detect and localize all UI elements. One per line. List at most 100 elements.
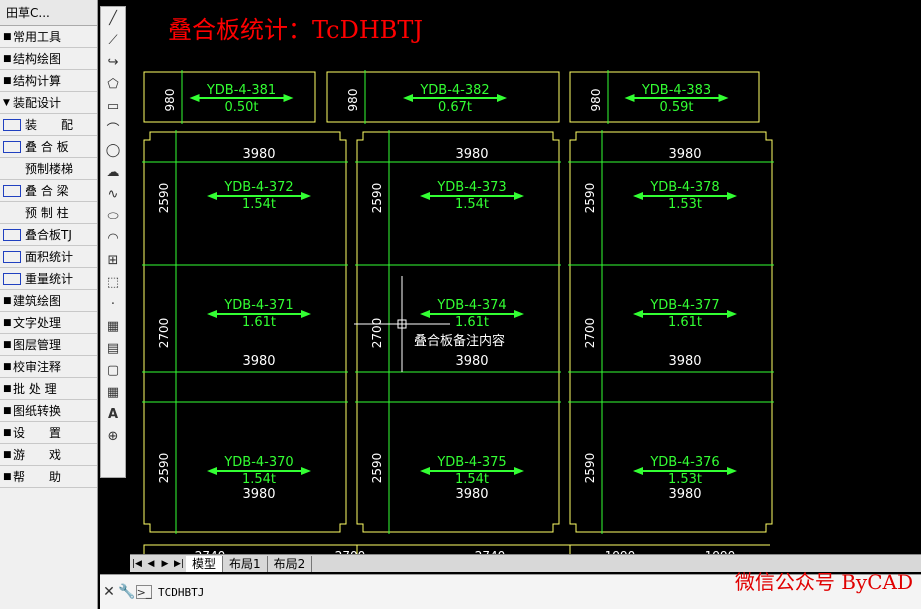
polyline-icon[interactable]: ⟋ (102, 29, 124, 51)
width-label: 3980 (455, 354, 488, 369)
tab-model[interactable]: 模型 (186, 555, 224, 572)
slab-id: YDB-4-383 (641, 83, 711, 98)
menu-item[interactable]: ■ 图层管理 (0, 334, 97, 356)
arrow-head (420, 192, 430, 200)
slab-weight: 1.61t (668, 315, 702, 330)
prev-tab-icon[interactable]: ◀ (144, 557, 158, 571)
table-icon[interactable]: ▦ (102, 381, 124, 403)
line-icon[interactable]: ╱ (102, 7, 124, 29)
side-menu: 田草C... ■ 常用工具 ■ 结构绘图 ■ 结构计算 ▼ 装配设计装 配叠 合 板预制楼梯叠… (0, 0, 98, 609)
menu-item[interactable]: ■ 建筑绘图 (0, 290, 97, 312)
arrow-head (301, 310, 311, 318)
menu-item[interactable]: 预 制 柱 (0, 202, 97, 224)
menu-item[interactable]: ■ 游 戏 (0, 444, 97, 466)
height-label: 2590 (157, 453, 171, 484)
menu-item-label: 校审注释 (13, 360, 62, 374)
menu-item-label: 建筑绘图 (13, 294, 62, 308)
slab-id: YDB-4-381 (206, 83, 276, 98)
menu-item[interactable]: 叠 合 板 (0, 136, 97, 158)
menu-title: 田草C... (0, 0, 97, 26)
slab-tj-icon (3, 228, 21, 241)
menu-item[interactable]: ▼ 装配设计 (0, 92, 97, 114)
menu-item[interactable]: ■ 批 处 理 (0, 378, 97, 400)
bullet-icon: ■ (3, 427, 12, 438)
menu-item[interactable]: ■ 常用工具 (0, 26, 97, 48)
menu-item[interactable]: 重量统计 (0, 268, 97, 290)
command-line-input[interactable]: TCDHBTJ (158, 586, 204, 599)
wrench-icon[interactable]: 🔧 (118, 582, 136, 602)
menu-item-label: 重量统计 (25, 272, 74, 286)
slab-weight: 0.50t (224, 100, 258, 115)
slab-weight: 0.67t (438, 100, 472, 115)
drawing-canvas[interactable]: 叠合板统计：TcDHBTJ YDB-4-381 0.50t 980 YDB-4-382 0… (130, 0, 921, 554)
arc-path-icon[interactable]: ↪ (102, 51, 124, 73)
polygon-icon[interactable]: ⬠ (102, 73, 124, 95)
make-block-icon[interactable]: ⬚ (102, 271, 124, 293)
add-selected-icon[interactable]: ⊕ (102, 425, 124, 447)
close-icon[interactable]: ✕ (100, 582, 118, 602)
ellipse-arc-icon[interactable]: ◠ (102, 227, 124, 249)
arrow-head (624, 94, 635, 102)
command-prompt-icon[interactable]: >_ (136, 585, 152, 599)
height-label: 2590 (370, 453, 384, 484)
height-label: 2590 (370, 183, 384, 214)
bullet-icon: ■ (3, 449, 12, 460)
menu-item[interactable]: ■ 帮 助 (0, 466, 97, 488)
point-icon[interactable]: · (102, 293, 124, 315)
width-label: 3980 (455, 147, 488, 162)
ellipse-icon[interactable]: ⬭ (102, 205, 124, 227)
blank-icon (3, 163, 21, 175)
menu-item-label: 叠 合 板 (25, 140, 69, 154)
menu-item[interactable]: 装 配 (0, 114, 97, 136)
gradient-icon[interactable]: ▤ (102, 337, 124, 359)
tab-layout1[interactable]: 布局1 (223, 555, 268, 572)
menu-item-label: 预制楼梯 (25, 162, 74, 176)
cloud-icon[interactable]: ☁ (102, 161, 124, 183)
drawing-heading: 叠合板统计：TcDHBTJ (168, 16, 423, 44)
arrow-head (283, 94, 294, 102)
draw-toolbar: ╱ ⟋ ↪ ⬠ ▭ ⌒ ◯ ☁ ∿ ⬭ ◠ ⊞ ⬚ · ▦ ▤ ▢ ▦ A ⊕ (100, 6, 126, 478)
menu-item[interactable]: ■ 校审注释 (0, 356, 97, 378)
slab-id: YDB-4-376 (649, 455, 719, 470)
next-tab-icon[interactable]: ▶ (158, 557, 172, 571)
slab-weight: 1.53t (668, 197, 702, 212)
expand-arrow-icon: ▼ (3, 97, 10, 108)
first-tab-icon[interactable]: |◀ (130, 557, 144, 571)
height-label: 2700 (370, 318, 384, 349)
tab-layout2[interactable]: 布局2 (268, 555, 313, 572)
last-tab-icon[interactable]: ▶| (172, 557, 186, 571)
bullet-icon: ■ (3, 75, 12, 86)
circle-icon[interactable]: ◯ (102, 139, 124, 161)
menu-item[interactable]: ■ 文字处理 (0, 312, 97, 334)
menu-item-label: 文字处理 (13, 316, 62, 330)
menu-item[interactable]: 叠 合 梁 (0, 180, 97, 202)
menu-item[interactable]: ■ 图纸转换 (0, 400, 97, 422)
rectangle-icon[interactable]: ▭ (102, 95, 124, 117)
arrow-head (420, 467, 430, 475)
bullet-icon: ■ (3, 405, 12, 416)
slab-id: YDB-4-378 (649, 180, 719, 195)
arrow-head (514, 192, 524, 200)
menu-item[interactable]: 面积统计 (0, 246, 97, 268)
text-icon[interactable]: A (102, 403, 124, 425)
menu-item[interactable]: ■ 设 置 (0, 422, 97, 444)
hatch-icon[interactable]: ▦ (102, 315, 124, 337)
menu-item[interactable]: 预制楼梯 (0, 158, 97, 180)
arrow-head (189, 94, 200, 102)
width-label: 3980 (242, 487, 275, 502)
width-label: 3980 (668, 147, 701, 162)
arc-icon[interactable]: ⌒ (102, 117, 124, 139)
width-label: 3980 (455, 487, 488, 502)
bullet-icon: ■ (3, 295, 12, 306)
arrow-head (727, 192, 737, 200)
menu-item-label: 常用工具 (13, 30, 62, 44)
menu-item[interactable]: ■ 结构计算 (0, 70, 97, 92)
spline-icon[interactable]: ∿ (102, 183, 124, 205)
menu-item[interactable]: 叠合板TJ (0, 224, 97, 246)
slab-id: YDB-4-375 (436, 455, 506, 470)
menu-item[interactable]: ■ 结构绘图 (0, 48, 97, 70)
bullet-icon: ■ (3, 339, 12, 350)
region-icon[interactable]: ▢ (102, 359, 124, 381)
dim-label: 980 (589, 89, 603, 112)
insert-block-icon[interactable]: ⊞ (102, 249, 124, 271)
